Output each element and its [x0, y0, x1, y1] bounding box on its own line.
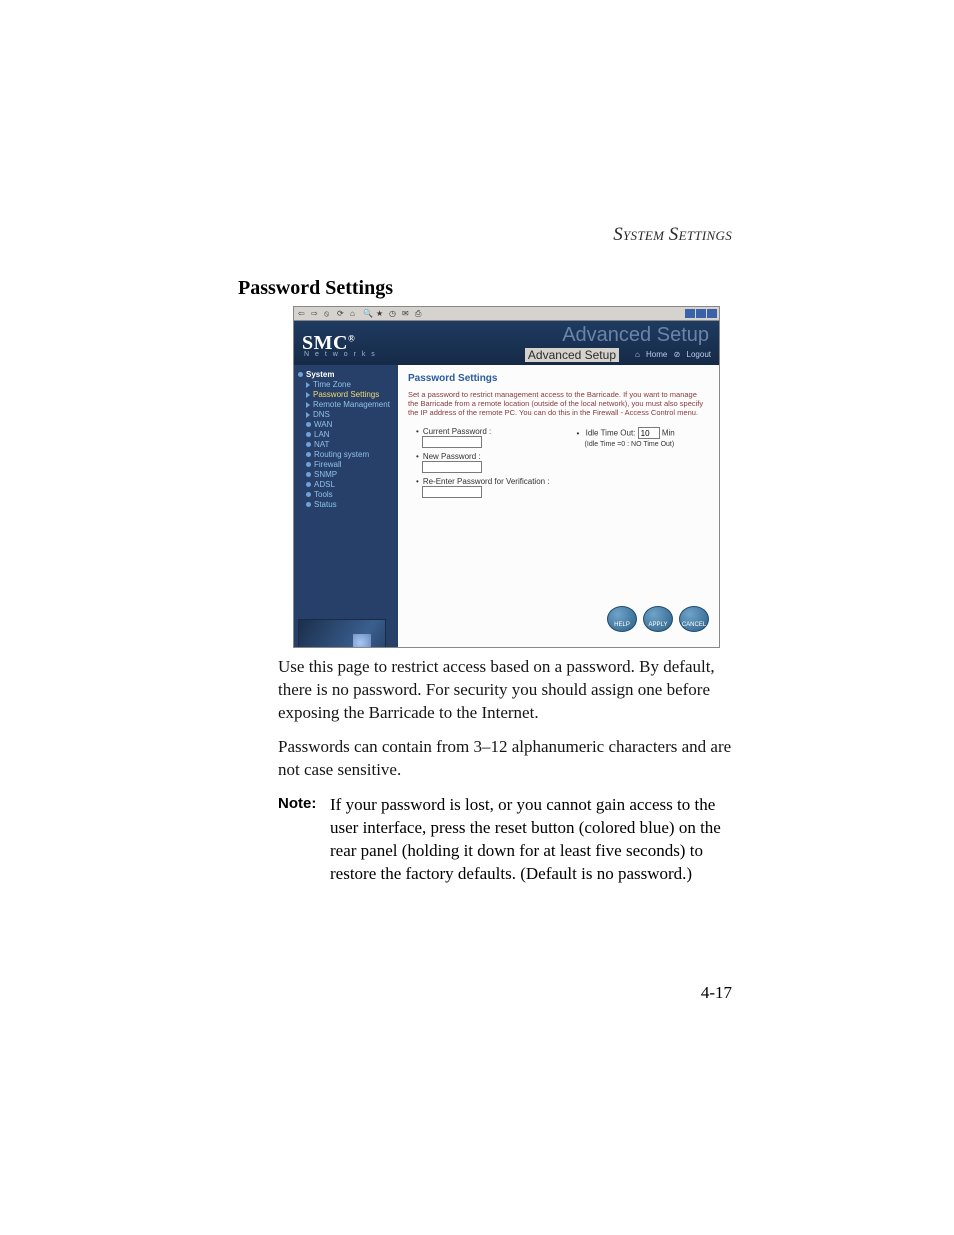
- content-pane: Password Settings Set a password to rest…: [398, 365, 719, 648]
- sidebar-item-remote-management[interactable]: Remote Management: [306, 400, 398, 409]
- close-icon[interactable]: [707, 309, 717, 318]
- history-icon[interactable]: ◷: [389, 309, 398, 318]
- note-block: Note: If your password is lost, or you c…: [278, 794, 736, 886]
- logout-link[interactable]: ⊘ Logout: [674, 350, 711, 359]
- page-number: 4-17: [701, 983, 732, 1003]
- print-icon[interactable]: ⎙: [415, 309, 424, 318]
- refresh-icon[interactable]: ⟳: [337, 309, 346, 318]
- idle-timeout-note: (Idle Time =0 : NO Time Out): [585, 441, 709, 448]
- sidebar-head-system[interactable]: System: [298, 370, 398, 379]
- confirm-password-label: Re-Enter Password for Verification :: [416, 477, 559, 486]
- sidebar-item-firewall[interactable]: Firewall: [306, 460, 398, 469]
- sidebar-nav: System Time Zone Password Settings Remot…: [294, 365, 398, 648]
- sidebar-item-status[interactable]: Status: [306, 500, 398, 509]
- header-links: ⌂ Home ⊘ Logout: [631, 350, 711, 359]
- idle-timeout-label: Idle Time Out:: [586, 429, 636, 438]
- sidebar-item-lan[interactable]: LAN: [306, 430, 398, 439]
- sidebar-item-nat[interactable]: NAT: [306, 440, 398, 449]
- paragraph-2: Passwords can contain from 3–12 alphanum…: [278, 736, 736, 782]
- sidebar-item-time-zone[interactable]: Time Zone: [306, 380, 398, 389]
- favorites-icon[interactable]: ★: [376, 309, 385, 318]
- home-icon[interactable]: ⌂: [350, 309, 359, 318]
- header-title-faded: Advanced Setup: [562, 324, 709, 347]
- new-password-input[interactable]: [422, 461, 482, 473]
- sidebar-item-adsl[interactable]: ADSL: [306, 480, 398, 489]
- router-screenshot: ⇦ ⇨ ⦸ ⟳ ⌂ 🔍 ★ ◷ ✉ ⎙ SMC® N e t w o r k s…: [293, 306, 720, 648]
- sidebar-item-snmp[interactable]: SNMP: [306, 470, 398, 479]
- section-title: Password Settings: [238, 277, 393, 300]
- mail-icon[interactable]: ✉: [402, 309, 411, 318]
- sidebar-item-tools[interactable]: Tools: [306, 490, 398, 499]
- maximize-icon[interactable]: [696, 309, 706, 318]
- cancel-button[interactable]: CANCEL: [679, 606, 709, 632]
- idle-timeout-row: Idle Time Out: Min: [577, 427, 709, 439]
- idle-timeout-input[interactable]: [638, 427, 660, 439]
- brand-subtitle: N e t w o r k s: [304, 351, 377, 358]
- sidebar-item-dns[interactable]: DNS: [306, 410, 398, 419]
- confirm-password-input[interactable]: [422, 486, 482, 498]
- stop-icon[interactable]: ⦸: [324, 309, 333, 318]
- note-body: If your password is lost, or you cannot …: [330, 794, 736, 886]
- sidebar-item-wan[interactable]: WAN: [306, 420, 398, 429]
- new-password-label: New Password :: [416, 452, 559, 461]
- running-head: SYSTEM SETTINGS: [613, 224, 732, 246]
- content-description: Set a password to restrict management ac…: [408, 390, 709, 417]
- current-password-input[interactable]: [422, 436, 482, 448]
- app-header: SMC® N e t w o r k s Advanced Setup Adva…: [294, 321, 719, 365]
- header-title: Advanced Setup: [525, 348, 619, 362]
- search-icon[interactable]: 🔍: [363, 309, 372, 318]
- apply-button[interactable]: APPLY: [643, 606, 673, 632]
- current-password-label: Current Password :: [416, 427, 559, 436]
- browser-toolbar: ⇦ ⇨ ⦸ ⟳ ⌂ 🔍 ★ ◷ ✉ ⎙: [294, 307, 719, 321]
- home-link[interactable]: ⌂ Home: [635, 350, 667, 359]
- sidebar-item-password-settings[interactable]: Password Settings: [306, 390, 398, 399]
- content-title: Password Settings: [408, 373, 709, 384]
- paragraph-1: Use this page to restrict access based o…: [278, 656, 736, 725]
- help-button[interactable]: HELP: [607, 606, 637, 632]
- back-icon[interactable]: ⇦: [298, 309, 307, 318]
- sidebar-item-routing[interactable]: Routing system: [306, 450, 398, 459]
- minimize-icon[interactable]: [685, 309, 695, 318]
- forward-icon[interactable]: ⇨: [311, 309, 320, 318]
- note-label: Note:: [278, 794, 330, 886]
- idle-timeout-unit: Min: [662, 429, 675, 438]
- sidebar-illustration: [298, 619, 386, 648]
